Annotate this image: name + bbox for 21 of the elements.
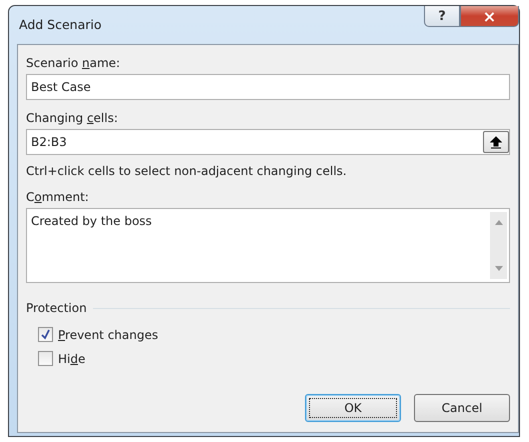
scroll-down-icon[interactable] <box>494 266 502 271</box>
close-button[interactable]: × <box>460 6 519 27</box>
scroll-up-icon[interactable] <box>494 220 502 225</box>
collapse-button[interactable] <box>483 131 509 153</box>
scenario-name-field[interactable]: Best Case <box>26 74 510 100</box>
checkbox-label[interactable]: Prevent changes <box>58 328 158 342</box>
help-button[interactable]: ? <box>424 6 460 27</box>
group-title: Protection <box>26 301 87 315</box>
ok-button[interactable]: OK <box>305 394 401 422</box>
checkbox-label[interactable]: Hide <box>58 352 86 366</box>
field-label: Comment: <box>26 190 90 204</box>
arrow-up-icon <box>490 136 502 148</box>
checkbox[interactable] <box>38 327 53 342</box>
window-title: Add Scenario <box>19 17 103 32</box>
hint-text: Ctrl+click cells to select non-adjacent changing cells. <box>26 164 348 178</box>
field-label: Changing cells: <box>26 111 119 125</box>
cancel-button[interactable]: Cancel <box>414 394 510 422</box>
checkbox[interactable] <box>38 351 53 366</box>
comment-field[interactable]: Created by the boss <box>26 208 510 283</box>
changing-cells-field[interactable]: B2:B3 <box>26 129 510 155</box>
field-label: Scenario name: <box>26 56 122 70</box>
